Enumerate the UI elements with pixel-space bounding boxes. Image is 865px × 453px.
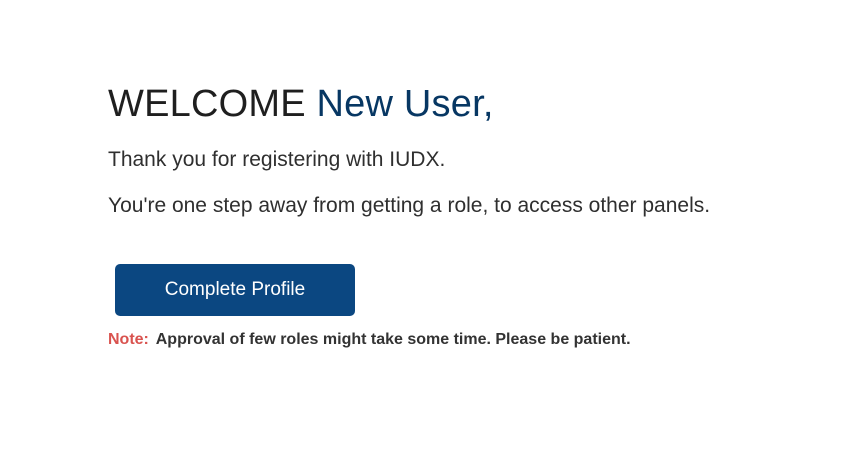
- complete-profile-button[interactable]: Complete Profile: [115, 264, 355, 316]
- note-label: Note:: [108, 331, 149, 348]
- welcome-greeting: WELCOME: [108, 83, 306, 125]
- page: WELCOME New User, Thank you for register…: [0, 0, 865, 453]
- approval-note: Note: Approval of few roles might take s…: [108, 330, 848, 350]
- welcome-user-name: New User,: [316, 83, 494, 125]
- note-text: Approval of few roles might take some ti…: [155, 331, 631, 348]
- welcome-panel: WELCOME New User, Thank you for register…: [108, 80, 848, 350]
- page-title: WELCOME New User,: [108, 80, 848, 128]
- role-step-text: You're one step away from getting a role…: [108, 194, 711, 217]
- registration-thanks-text: Thank you for registering with IUDX.: [108, 148, 446, 171]
